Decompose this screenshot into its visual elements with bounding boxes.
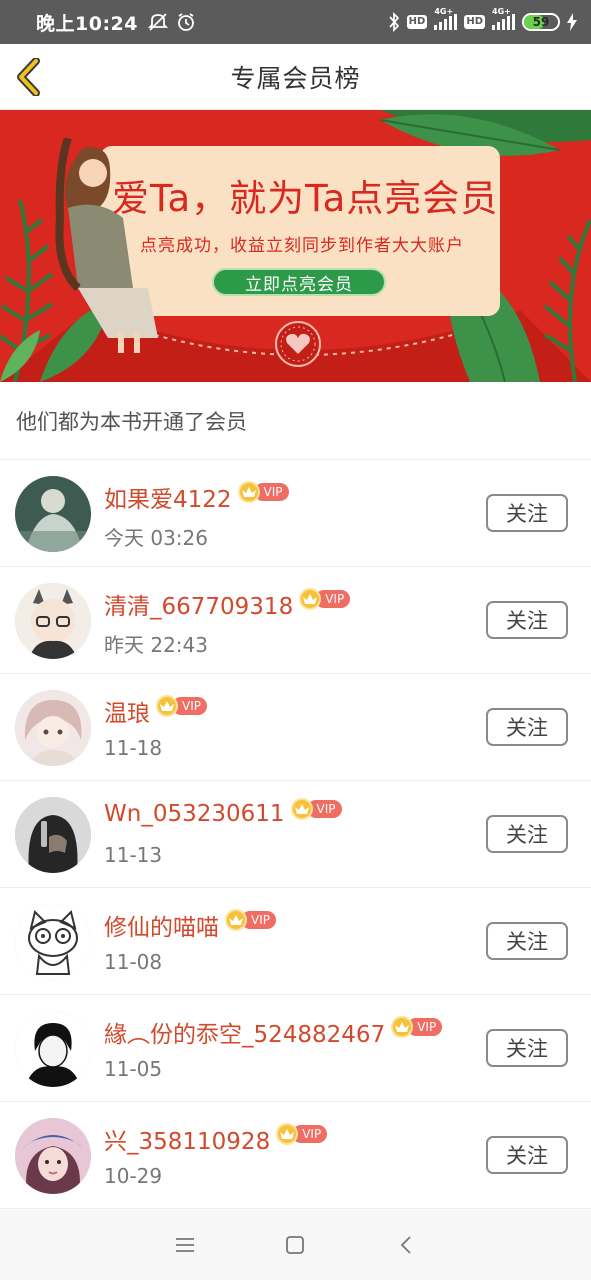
join-date: 昨天 22:43 [104, 633, 208, 657]
avatar[interactable] [15, 1011, 91, 1087]
crown-icon [299, 588, 322, 610]
crown-icon [276, 1123, 299, 1145]
follow-button[interactable]: 关注 [486, 1029, 568, 1067]
crown-icon [391, 1016, 414, 1038]
screen: 晚上10:24 HD 4G+ HD 4G+ 59 专属会员榜 爱Ta，就为Ta点… [0, 0, 591, 1280]
app-header: 专属会员榜 [0, 44, 591, 110]
vip-badge: VIP [237, 481, 289, 503]
member-name[interactable]: 緣︵份的忝空_524882467 [104, 1015, 385, 1049]
avatar[interactable] [15, 1118, 91, 1194]
avatar[interactable] [15, 690, 91, 766]
avatar[interactable] [15, 904, 91, 980]
signal-4g-icon: 4G+ [492, 7, 515, 30]
system-nav-bar [0, 1210, 591, 1280]
avatar[interactable] [15, 797, 91, 873]
battery-icon: 59 [522, 13, 560, 31]
avatar[interactable] [15, 583, 91, 659]
status-time: 晚上10:24 [36, 12, 138, 35]
follow-button[interactable]: 关注 [486, 922, 568, 960]
list-item[interactable]: 修仙的喵喵 VIP 11-08 关注 [0, 888, 591, 995]
join-date: 11-05 [104, 1057, 163, 1081]
banner-headline: 爱Ta，就为Ta点亮会员 [112, 177, 499, 220]
page-title: 专属会员榜 [230, 63, 361, 93]
join-date: 11-18 [104, 736, 163, 760]
status-bar: 晚上10:24 HD 4G+ HD 4G+ 59 [0, 0, 591, 44]
vip-badge: VIP [156, 695, 207, 717]
charging-icon [567, 13, 577, 31]
crown-icon [156, 695, 178, 717]
light-up-vip-button[interactable]: 立即点亮会员 [212, 268, 386, 296]
list-item[interactable]: 如果爱4122 VIP 今天 03:26 关注 [0, 460, 591, 567]
follow-button[interactable]: 关注 [486, 708, 568, 746]
member-name[interactable]: 兴_358110928 [104, 1122, 270, 1156]
follow-button[interactable]: 关注 [486, 815, 568, 853]
follow-button[interactable]: 关注 [486, 601, 568, 639]
hd-icon: HD [464, 15, 485, 29]
member-name[interactable]: Wn_053230611 [104, 801, 285, 827]
member-name[interactable]: 如果爱4122 [104, 480, 232, 514]
join-date: 11-08 [104, 950, 163, 974]
promo-banner[interactable]: 爱Ta，就为Ta点亮会员 点亮成功，收益立刻同步到作者大大账户 立即点亮会员 [0, 110, 591, 382]
crown-icon [237, 481, 260, 503]
hd-icon: HD [406, 15, 428, 29]
member-list: 如果爱4122 VIP 今天 03:26 关注 清清_667709318 VIP… [0, 460, 591, 1209]
follow-button[interactable]: 关注 [486, 494, 568, 532]
vip-badge: VIP [225, 909, 276, 931]
member-name[interactable]: 修仙的喵喵 [104, 908, 219, 942]
mute-icon [147, 12, 168, 32]
back-button[interactable] [12, 58, 46, 96]
menu-icon[interactable] [170, 1230, 200, 1260]
member-name[interactable]: 清清_667709318 [104, 587, 293, 621]
join-date: 11-13 [104, 843, 163, 867]
join-date: 10-29 [104, 1164, 163, 1188]
home-square-icon[interactable] [280, 1230, 310, 1260]
vip-badge: VIP [391, 1016, 443, 1038]
back-chevron-icon [17, 58, 40, 96]
vip-badge: VIP [276, 1123, 328, 1145]
list-item[interactable]: 兴_358110928 VIP 10-29 关注 [0, 1102, 591, 1209]
vip-badge: VIP [290, 798, 342, 820]
join-date: 今天 03:26 [104, 526, 208, 550]
alarm-icon [176, 12, 196, 32]
avatar[interactable] [15, 476, 91, 552]
signal-4g-icon: 4G+ [434, 7, 458, 30]
list-item[interactable]: 清清_667709318 VIP 昨天 22:43 关注 [0, 567, 591, 674]
bluetooth-icon [388, 12, 400, 32]
crown-icon [225, 909, 247, 931]
heart-seal-icon [275, 321, 321, 367]
list-item[interactable]: Wn_053230611 VIP 11-13 关注 [0, 781, 591, 888]
section-heading: 他们都为本书开通了会员 [0, 382, 591, 460]
battery-level: 59 [532, 15, 550, 29]
vip-badge: VIP [299, 588, 351, 610]
crown-icon [290, 798, 313, 820]
back-triangle-icon[interactable] [391, 1230, 421, 1260]
banner-subtitle: 点亮成功，收益立刻同步到作者大大账户 [140, 236, 464, 256]
follow-button[interactable]: 关注 [486, 1136, 568, 1174]
list-item[interactable]: 温琅 VIP 11-18 关注 [0, 674, 591, 781]
list-item[interactable]: 緣︵份的忝空_524882467 VIP 11-05 关注 [0, 995, 591, 1102]
member-name[interactable]: 温琅 [104, 694, 150, 728]
